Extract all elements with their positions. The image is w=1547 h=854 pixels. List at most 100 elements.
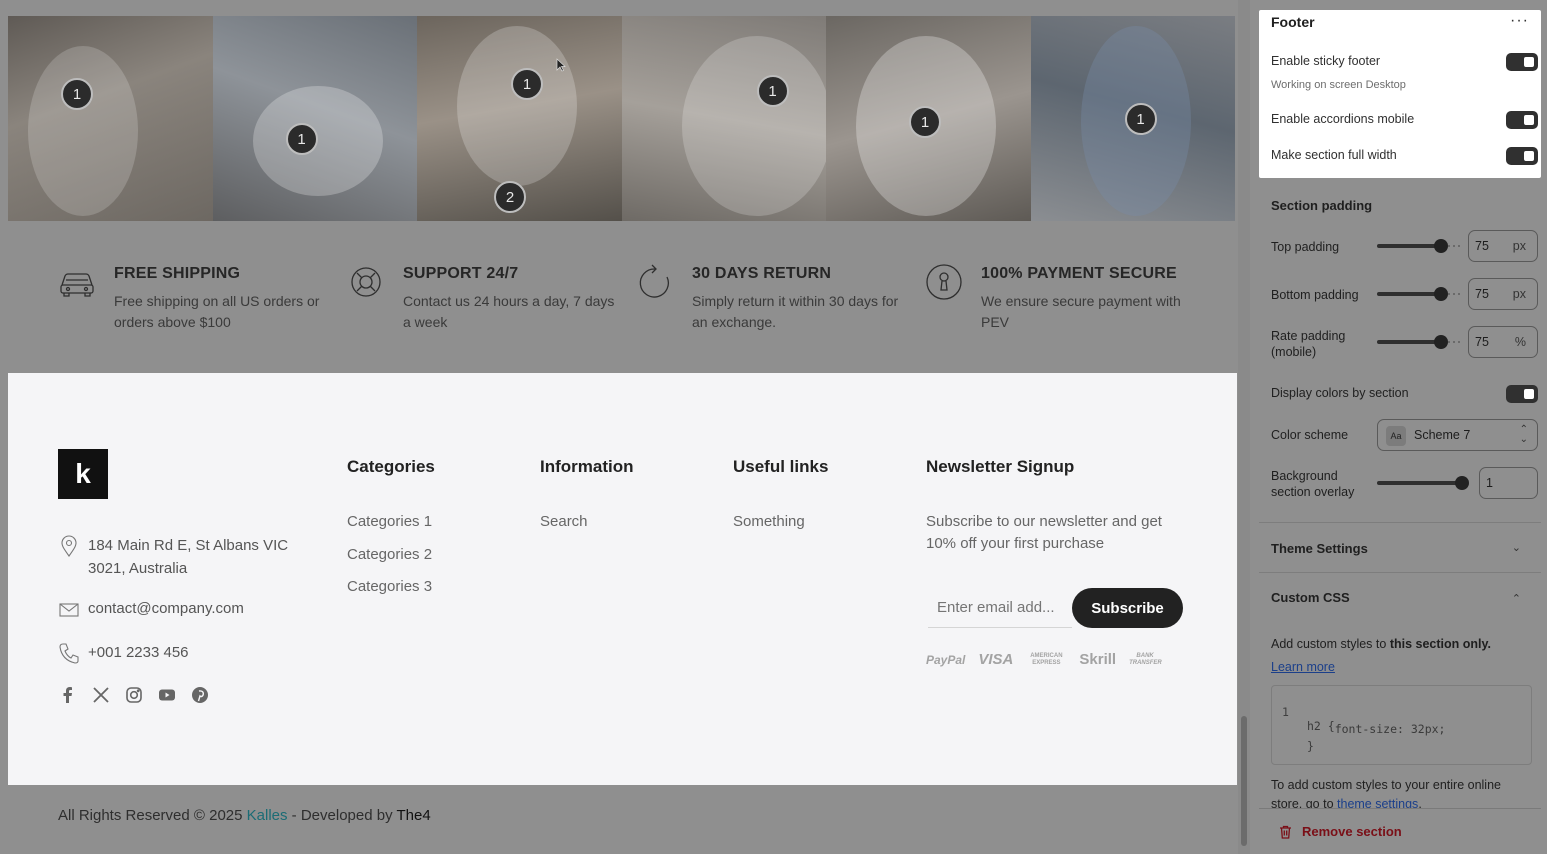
bottom-padding-input[interactable]: 75 px <box>1468 278 1538 310</box>
column-heading: Newsletter Signup <box>926 457 1075 476</box>
slider-handle[interactable] <box>1455 476 1469 490</box>
footer-link[interactable]: Categories 3 <box>347 576 435 598</box>
instagram-icon[interactable] <box>124 685 144 705</box>
gallery-image[interactable]: 1 2 <box>417 16 622 221</box>
developer-link[interactable]: The4 <box>396 807 430 824</box>
more-options-icon[interactable]: ··· <box>1510 12 1529 30</box>
accordions-label: Enable accordions mobile <box>1271 112 1415 126</box>
learn-more-link[interactable]: Learn more <box>1271 660 1335 674</box>
theme-settings-link[interactable]: theme settings <box>1337 797 1418 808</box>
facebook-icon[interactable] <box>58 685 78 705</box>
hotspot-marker[interactable]: 1 <box>756 75 789 107</box>
color-swatch-icon: Aa <box>1386 426 1406 446</box>
gallery-image[interactable]: 1 <box>8 16 213 221</box>
bottom-padding-slider[interactable] <box>1377 292 1441 296</box>
preview-frame: 1 1 1 2 1 1 1 FREE SHIPPING Free shippin… <box>0 0 1250 854</box>
feature-description: We ensure secure payment with PEV <box>981 293 1181 330</box>
slider-handle[interactable] <box>1433 287 1448 301</box>
rate-padding-slider[interactable] <box>1377 340 1441 344</box>
footer-column-information: Information Search <box>540 457 634 544</box>
amex-icon: AMERICAN EXPRESS <box>1030 652 1063 666</box>
input-unit: % <box>1514 335 1526 349</box>
subscribe-button[interactable]: Subscribe <box>1072 588 1183 628</box>
chevron-up-icon[interactable]: ⌃ <box>1512 592 1521 605</box>
input-unit: px <box>1512 287 1526 301</box>
rate-padding-label: Rate padding (mobile) <box>1271 329 1346 359</box>
x-twitter-icon[interactable] <box>91 685 111 705</box>
hotspot-marker[interactable]: 2 <box>494 181 526 213</box>
overlay-input[interactable]: 1 <box>1479 467 1538 499</box>
hotspot-marker[interactable]: 1 <box>61 78 93 110</box>
panel-title: Footer <box>1271 14 1315 30</box>
desc-text: Add custom styles to <box>1271 637 1390 651</box>
sticky-footer-hint: Working on screen Desktop <box>1271 79 1406 91</box>
feature-description: Simply return it within 30 days for an e… <box>692 293 899 330</box>
gallery-image[interactable]: 1 <box>621 16 826 221</box>
gallery-image[interactable]: 1 <box>212 16 417 221</box>
footer-link[interactable]: Something <box>733 511 828 533</box>
hotspot-marker[interactable]: 1 <box>511 68 543 100</box>
chevron-down-icon[interactable]: ⌄ <box>1512 541 1521 554</box>
column-heading: Useful links <box>733 457 829 476</box>
gallery-image[interactable]: 1 <box>826 16 1031 221</box>
top-padding-label: Top padding <box>1271 240 1340 254</box>
css-code-editor[interactable]: 1 h2 { font-size: 32px; } <box>1271 685 1532 765</box>
mouse-cursor-icon <box>556 58 566 72</box>
scrollbar-thumb[interactable] <box>1241 716 1247 846</box>
overlay-slider[interactable] <box>1377 481 1462 485</box>
select-value: Scheme 7 <box>1414 428 1471 442</box>
top-padding-input[interactable]: 75 px <box>1468 230 1538 262</box>
footer-settings-card: Footer ··· Enable sticky footer Working … <box>1259 10 1541 178</box>
updown-chevron-icon: ⌃ ⌄ <box>1519 424 1528 445</box>
address-row: 184 Main Rd E, St Albans VIC 3021, Austr… <box>58 534 328 580</box>
display-colors-toggle[interactable] <box>1506 385 1538 403</box>
copyright-bar: All Rights Reserved © 2025 Kalles - Deve… <box>8 785 1237 854</box>
top-padding-slider[interactable] <box>1377 244 1441 248</box>
hotspot-marker[interactable]: 1 <box>1124 103 1157 135</box>
full-width-label: Make section full width <box>1271 148 1397 162</box>
footer-link[interactable]: Categories 2 <box>347 544 435 566</box>
skrill-icon: Skrill <box>1079 651 1117 668</box>
theme-settings-heading[interactable]: Theme Settings <box>1271 541 1368 556</box>
rate-padding-input[interactable]: 75 % <box>1468 326 1538 358</box>
email-link[interactable]: contact@company.com <box>88 597 244 620</box>
bottom-padding-label: Bottom padding <box>1271 288 1359 302</box>
footer-column-newsletter: Newsletter Signup <box>926 457 1074 511</box>
divider <box>1259 522 1541 523</box>
trash-icon <box>1280 825 1291 839</box>
brand-link[interactable]: Kalles <box>247 807 288 824</box>
input-value: 1 <box>1486 476 1493 490</box>
gallery-image[interactable]: 1 <box>1030 16 1235 221</box>
lifebuoy-icon <box>351 267 381 297</box>
slider-handle[interactable] <box>1433 335 1448 349</box>
mail-icon <box>59 603 79 617</box>
pinterest-icon[interactable] <box>190 685 210 705</box>
copyright-middle: - Developed by <box>287 807 397 824</box>
phone-link[interactable]: +001 2233 456 <box>88 641 189 664</box>
accordions-toggle[interactable] <box>1506 111 1538 129</box>
full-width-toggle[interactable] <box>1506 147 1538 165</box>
hotspot-marker[interactable]: 1 <box>909 106 941 138</box>
feature-title: FREE SHIPPING <box>114 265 241 282</box>
copyright-prefix: All Rights Reserved © 2025 <box>58 807 247 824</box>
slider-handle[interactable] <box>1433 239 1448 253</box>
custom-css-heading[interactable]: Custom CSS <box>1271 590 1350 605</box>
sticky-footer-toggle[interactable] <box>1506 53 1538 71</box>
hotspot-marker[interactable]: 1 <box>285 123 318 155</box>
code-line: } <box>1272 725 1327 767</box>
remove-section-button[interactable]: Remove section <box>1279 824 1402 839</box>
youtube-icon[interactable] <box>157 685 177 705</box>
visa-icon: VISA <box>978 651 1014 668</box>
column-heading: Categories <box>347 457 435 476</box>
input-value: 75 <box>1475 335 1489 349</box>
copyright-text: All Rights Reserved © 2025 Kalles - Deve… <box>58 807 431 824</box>
desc-bold: this section only. <box>1389 637 1491 651</box>
footer-link[interactable]: Categories 1 <box>347 511 435 533</box>
newsletter-email-input[interactable] <box>928 588 1072 628</box>
color-scheme-select[interactable]: Aa Scheme 7 ⌃ ⌄ <box>1377 419 1538 451</box>
footer-link[interactable]: Search <box>540 511 634 533</box>
store-logo[interactable]: k <box>58 449 108 499</box>
input-value: 75 <box>1475 287 1489 301</box>
preview-scrollbar[interactable] <box>1238 0 1250 854</box>
payment-icons: PayPal VISA AMERICAN EXPRESS Skrill BANK… <box>926 651 1162 668</box>
